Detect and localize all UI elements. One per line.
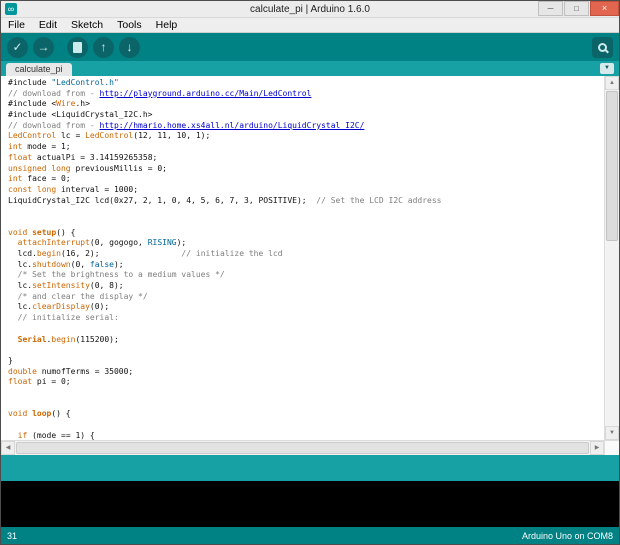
code-line: const long interval = 1000;	[8, 184, 139, 194]
magnifier-icon	[598, 42, 607, 52]
menu-edit[interactable]: Edit	[32, 19, 64, 31]
code-line: lcd.begin(16, 2); // initialize the lcd	[8, 249, 283, 258]
code-line: #include "LedControl.h"	[8, 78, 119, 87]
title-bar[interactable]: ∞ calculate_pi | Arduino 1.6.0 ─ □ ×	[1, 0, 619, 18]
toolbar: ✓ → ↑ ↓	[1, 33, 619, 61]
code-line: Serial.begin(115200);	[17, 334, 119, 344]
code-line: #include <LiquidCrystal_I2C.h>	[8, 110, 153, 120]
board-port-indicator: Arduino Uno on COM8	[521, 530, 613, 541]
horizontal-scrollbar[interactable]: ◀ ▶	[1, 440, 619, 455]
code-line: lc.setIntensity(0, 8);	[8, 281, 124, 291]
scroll-left-arrow-icon[interactable]: ◀	[1, 441, 15, 455]
vertical-scrollbar[interactable]: ▲ ▼	[604, 76, 619, 440]
check-icon: ✓	[12, 40, 23, 54]
code-area[interactable]: #include "LedControl.h"// download from …	[1, 76, 604, 440]
document-icon	[73, 41, 82, 53]
window-title: calculate_pi | Arduino 1.6.0	[250, 3, 370, 15]
new-sketch-button[interactable]	[67, 36, 88, 58]
vertical-scroll-track[interactable]	[605, 242, 619, 426]
code-line: }	[8, 355, 13, 365]
tab-calculate-pi[interactable]: calculate_pi	[6, 63, 72, 76]
arrow-right-icon: →	[37, 40, 50, 54]
minimize-button[interactable]: ─	[538, 0, 563, 16]
close-icon: ×	[601, 3, 608, 13]
serial-monitor-button[interactable]	[592, 36, 613, 58]
code-line: LedControl lc = LedControl(12, 11, 10, 1…	[8, 131, 211, 141]
chevron-down-icon: ▼	[604, 65, 610, 71]
code-line: attachInterrupt(0, gogogo, RISING);	[17, 238, 187, 248]
code-line: /* Set the brightness to a medium values…	[17, 270, 225, 280]
code-line: lc.shutdown(0, false);	[8, 259, 124, 269]
menu-bar: File Edit Sketch Tools Help	[1, 18, 619, 33]
window-controls: ─ □ ×	[537, 0, 619, 16]
code-line: double numofTerms = 35000;	[8, 366, 134, 376]
editor-area: #include "LedControl.h"// download from …	[1, 76, 619, 440]
scroll-down-arrow-icon[interactable]: ▼	[605, 426, 619, 440]
vertical-scroll-thumb[interactable]	[606, 91, 618, 241]
minimize-icon: ─	[547, 3, 554, 13]
scrollbar-corner	[604, 441, 619, 455]
status-message-area	[1, 455, 619, 481]
arduino-logo-icon: ∞	[5, 3, 17, 15]
code-line: #include <Wire.h>	[8, 99, 90, 109]
arrow-down-icon: ↓	[126, 40, 133, 54]
verify-button[interactable]: ✓	[7, 36, 28, 58]
scroll-up-arrow-icon[interactable]: ▲	[605, 76, 619, 90]
code-line: unsigned long previousMillis = 0;	[8, 163, 167, 173]
code-line: int mode = 1;	[8, 142, 71, 152]
code-line: float actualPi = 3.14159265358;	[8, 152, 158, 162]
code-line: lc.clearDisplay(0);	[8, 302, 110, 312]
horizontal-scroll-thumb[interactable]	[16, 442, 589, 454]
code-line: float pi = 0;	[8, 377, 71, 387]
maximize-icon: □	[574, 3, 579, 13]
maximize-button[interactable]: □	[564, 0, 589, 16]
code-line: if (mode == 1) {	[17, 430, 95, 440]
console-output	[1, 481, 619, 527]
code-line: int face = 0;	[8, 174, 71, 184]
code-line: /* and clear the display */	[17, 291, 148, 301]
tab-menu-button[interactable]: ▼	[600, 63, 614, 74]
arrow-up-icon: ↑	[100, 40, 107, 54]
open-button[interactable]: ↑	[93, 36, 114, 58]
menu-file[interactable]: File	[1, 19, 32, 31]
line-number-indicator: 31	[7, 530, 18, 541]
code-line: // download from - http://playground.ard…	[8, 88, 312, 98]
arduino-ide-window: ∞ calculate_pi | Arduino 1.6.0 ─ □ × Fil…	[0, 0, 620, 545]
code-line: LiquidCrystal_I2C lcd(0x27, 2, 1, 0, 4, …	[8, 195, 442, 205]
code-line: // initialize serial:	[17, 313, 119, 323]
tab-bar: calculate_pi ▼	[1, 61, 619, 76]
menu-help[interactable]: Help	[149, 19, 185, 31]
code-line: void setup() {	[8, 227, 76, 237]
scroll-right-arrow-icon[interactable]: ▶	[590, 441, 604, 455]
menu-sketch[interactable]: Sketch	[64, 19, 110, 31]
code-line: void loop() {	[8, 409, 71, 419]
bottom-status-bar: 31 Arduino Uno on COM8	[1, 527, 619, 544]
save-button[interactable]: ↓	[119, 36, 140, 58]
menu-tools[interactable]: Tools	[110, 19, 149, 31]
upload-button[interactable]: →	[33, 36, 54, 58]
close-button[interactable]: ×	[590, 0, 619, 16]
code-line: // download from - http://hmario.home.xs…	[8, 120, 365, 130]
